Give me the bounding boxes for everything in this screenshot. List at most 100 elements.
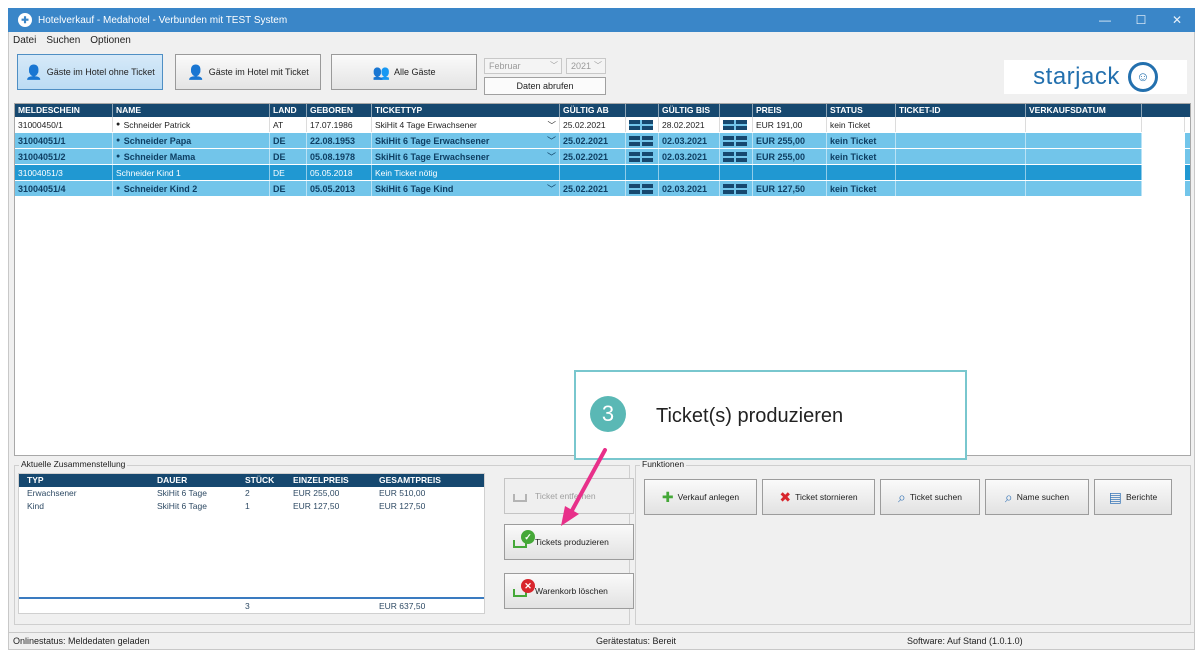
calendar-icon[interactable] [720, 181, 753, 196]
col-name[interactable]: NAME [113, 104, 270, 117]
col-verkaufsdatum[interactable]: VERKAUFSDATUM [1026, 104, 1142, 117]
clear-cart-button[interactable]: ✕ Warenkorb löschen [504, 573, 634, 609]
tickettype-select[interactable]: SkiHit 6 Tage Kind ﹀ [372, 181, 560, 196]
year-select[interactable]: 2021 ﹀ [566, 58, 606, 74]
summary-row[interactable]: Kind SkiHit 6 Tage 1 EUR 127,50 EUR 127,… [19, 500, 484, 513]
all-guests-button[interactable]: 👥 Alle Gäste [331, 54, 477, 90]
fetch-data-button[interactable]: Daten abrufen [484, 77, 606, 95]
reports-button[interactable]: ▤ Berichte [1094, 479, 1172, 515]
online-status: Onlinestatus: Meldedaten geladen [13, 636, 150, 646]
col-ticket-id[interactable]: TICKET-ID [896, 104, 1026, 117]
col-meldeschein[interactable]: MELDESCHEIN [15, 104, 113, 117]
table-row[interactable]: 31000450/1 ● Schneider Patrick AT 17.07.… [15, 117, 1190, 133]
summary-title: Aktuelle Zusammenstellung [19, 459, 128, 469]
cancel-ticket-button[interactable]: ✖ Ticket stornieren [762, 479, 875, 515]
table-row[interactable]: 31004051/2 ● Schneider Mama DE 05.08.197… [15, 149, 1190, 165]
cell-geboren: 05.08.1978 [307, 149, 372, 164]
cell-land: DE [270, 133, 307, 148]
software-status: Software: Auf Stand (1.0.1.0) [907, 636, 1023, 646]
chevron-down-icon: ﹀ [546, 136, 556, 146]
produce-tickets-button[interactable]: ✓ Tickets produzieren [504, 524, 634, 560]
functions-title: Funktionen [640, 459, 687, 469]
cell-geboren: 05.05.2013 [307, 181, 372, 196]
calendar-icon[interactable] [720, 149, 753, 164]
menu-suchen[interactable]: Suchen [46, 35, 80, 46]
cell-valid-from: 25.02.2021 [560, 181, 626, 196]
cell-price: EUR 255,00 [753, 149, 827, 164]
cell-name: ● Schneider Kind 2 [113, 181, 270, 196]
table-row-selected[interactable]: 31004051/3 Schneider Kind 1 DE 05.05.201… [15, 165, 1190, 181]
menu-datei[interactable]: Datei [13, 35, 36, 46]
cell-name: Schneider Kind 1 [113, 165, 270, 180]
cell-price: EUR 127,50 [753, 181, 827, 196]
bullet-icon: ● [116, 121, 121, 128]
calendar-icon[interactable] [720, 133, 753, 148]
device-status: Gerätestatus: Bereit [596, 636, 677, 646]
cell-ticket-id [896, 117, 1026, 132]
summary-group: Aktuelle Zusammenstellung TYP DAUER STÜC… [14, 459, 634, 625]
tickettype-select[interactable]: SkiHit 6 Tage Erwachsener ﹀ [372, 149, 560, 164]
cancel-ticket-icon: ✖ [779, 488, 792, 505]
guests-with-ticket-button[interactable]: 👤 Gäste im Hotel mit Ticket [175, 54, 321, 90]
menu-optionen[interactable]: Optionen [90, 35, 131, 46]
search-name-button[interactable]: ⌕ Name suchen [985, 479, 1089, 515]
tickettype-select[interactable]: SkiHit 6 Tage Erwachsener ﹀ [372, 133, 560, 148]
menu-bar: Datei Suchen Optionen [9, 32, 1194, 48]
minimize-button[interactable]: — [1087, 13, 1123, 27]
col-gueltig-bis[interactable]: GÜLTIG BIS [659, 104, 720, 117]
title-bar: ✚ Hotelverkauf - Medahotel - Verbunden m… [8, 8, 1195, 32]
chevron-down-icon: ﹀ [546, 152, 556, 162]
filter-bar: 👤 Gäste im Hotel ohne Ticket 👤 Gäste im … [9, 48, 1194, 98]
cell-ticket-id [896, 149, 1026, 164]
cell-geboren: 17.07.1986 [307, 117, 372, 132]
app-icon: ✚ [18, 13, 32, 27]
total-count: 3 [245, 601, 250, 611]
col-land[interactable]: LAND [270, 104, 307, 117]
calendar-icon[interactable] [626, 133, 659, 148]
search-ticket-icon: ⌕ [898, 488, 906, 505]
cell-name: ● Schneider Mama [113, 149, 270, 164]
guest-check-icon: 👤 [187, 63, 205, 80]
cell-tickettyp: Kein Ticket nötig [372, 165, 560, 180]
close-button[interactable]: ✕ [1159, 13, 1195, 27]
col-status[interactable]: STATUS [827, 104, 896, 117]
summary-row[interactable]: Erwachsener SkiHit 6 Tage 2 EUR 255,00 E… [19, 487, 484, 500]
cell-valid-to: 02.03.2021 [659, 181, 720, 196]
cell-geboren: 05.05.2018 [307, 165, 372, 180]
arrow-icon [561, 448, 607, 526]
calendar-icon[interactable] [626, 149, 659, 164]
tickettype-select[interactable]: SkiHit 4 Tage Erwachsener ﹀ [372, 117, 560, 132]
cell-status: kein Ticket [827, 181, 896, 196]
total-price: EUR 637,50 [379, 601, 426, 611]
cell-sale-date [1026, 117, 1142, 132]
search-ticket-button[interactable]: ⌕ Ticket suchen [880, 479, 980, 515]
month-select[interactable]: Februar ﹀ [484, 58, 562, 74]
guests-without-ticket-button[interactable]: 👤 Gäste im Hotel ohne Ticket [17, 54, 163, 90]
table-row[interactable]: 31004051/4 ● Schneider Kind 2 DE 05.05.2… [15, 181, 1190, 197]
cart-check-icon: ✓ [511, 530, 535, 552]
calendar-icon[interactable] [720, 117, 753, 132]
cell-valid-to: 02.03.2021 [659, 149, 720, 164]
cell-land: DE [270, 181, 307, 196]
group-icon: 👥 [372, 63, 390, 80]
cell-status: kein Ticket [827, 149, 896, 164]
report-icon: ▤ [1108, 488, 1123, 505]
cart-delete-icon: ✕ [511, 579, 535, 601]
create-sale-button[interactable]: ✚ Verkauf anlegen [644, 479, 757, 515]
col-preis[interactable]: PREIS [753, 104, 827, 117]
cell-meldeschein: 31000450/1 [15, 117, 113, 132]
col-tickettyp[interactable]: TICKETTYP [372, 104, 560, 117]
chevron-down-icon: ﹀ [546, 184, 556, 194]
cell-status: kein Ticket [827, 117, 896, 132]
maximize-button[interactable]: ☐ [1123, 13, 1159, 27]
calendar-icon[interactable] [626, 181, 659, 196]
cell-geboren: 22.08.1953 [307, 133, 372, 148]
cell-valid-from: 25.02.2021 [560, 117, 626, 132]
chevron-down-icon: ﹀ [547, 120, 556, 130]
col-geboren[interactable]: GEBOREN [307, 104, 372, 117]
col-gueltig-ab[interactable]: GÜLTIG AB [560, 104, 626, 117]
calendar-icon[interactable] [626, 117, 659, 132]
cell-status: kein Ticket [827, 133, 896, 148]
cell-valid-to: 02.03.2021 [659, 133, 720, 148]
table-row[interactable]: 31004051/1 ● Schneider Papa DE 22.08.195… [15, 133, 1190, 149]
